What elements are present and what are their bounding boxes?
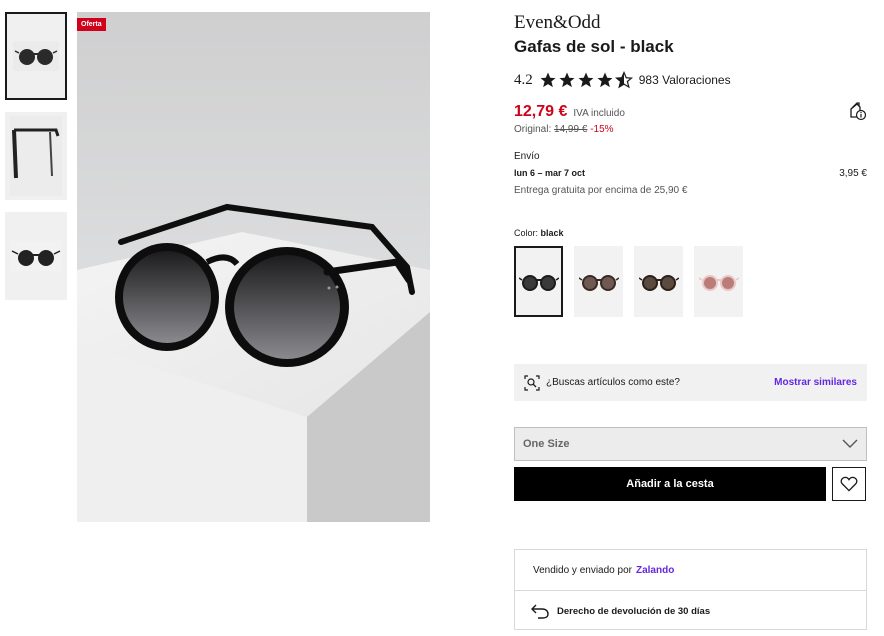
color-label: Color: black	[514, 228, 564, 238]
sunglasses-side-thumbnail	[10, 116, 62, 196]
original-price-row: Original: 14,99 € -15%	[514, 124, 614, 135]
thumbnail-flat[interactable]	[5, 212, 67, 300]
thumbnail-strip	[5, 12, 67, 312]
swatch-tortoise[interactable]	[634, 246, 683, 317]
shipping-label: Envío	[514, 151, 540, 162]
star-partial-icon	[614, 71, 633, 89]
price-block: 12,79 € IVA incluido	[514, 103, 625, 121]
star-full-icon	[559, 72, 575, 88]
swatch-brown[interactable]	[574, 246, 623, 317]
rating[interactable]: 4.2 983 Valoraciones	[514, 71, 731, 89]
original-label: Original:	[514, 124, 552, 135]
star-full-icon	[540, 72, 556, 88]
product-main-image[interactable]: Oferta	[77, 12, 430, 522]
show-similar-link[interactable]: Mostrar similares	[774, 377, 857, 388]
brand-name[interactable]: Even&Odd	[514, 12, 601, 34]
swatch-pink[interactable]	[694, 246, 743, 317]
sale-badge: Oferta	[77, 18, 106, 31]
visual-search-icon	[524, 374, 540, 391]
returns-row: Derecho de devolución de 30 días	[515, 591, 866, 631]
seller-row: Vendido y enviado por Zalando	[515, 550, 866, 591]
similar-items-banner: ¿Buscas artículos como este? Mostrar sim…	[514, 364, 867, 401]
thumbnail-side[interactable]	[5, 112, 67, 200]
color-swatches	[514, 246, 743, 317]
thumbnail-front[interactable]	[5, 12, 67, 100]
product-title: Gafas de sol - black	[514, 37, 674, 56]
add-to-cart-button[interactable]: Añadir a la cesta	[514, 467, 826, 501]
size-selected-value: One Size	[523, 438, 570, 450]
star-full-icon	[578, 72, 594, 88]
star-full-icon	[597, 72, 613, 88]
sunglasses-tortoise-icon	[638, 274, 679, 291]
delivery-dates: lun 6 – mar 7 oct	[514, 168, 586, 178]
rating-value: 4.2	[514, 71, 533, 88]
discount-percent: -15%	[590, 124, 614, 135]
star-rating	[539, 71, 633, 89]
sunglasses-black-icon	[518, 274, 559, 291]
swatch-black[interactable]	[514, 246, 563, 317]
sunglasses-front-thumbnail	[13, 41, 59, 71]
free-shipping-note: Entrega gratuita por encima de 25,90 €	[514, 185, 688, 196]
size-select[interactable]: One Size	[514, 427, 867, 461]
sunglasses-flat-thumbnail	[11, 241, 61, 271]
sunglasses-pink-icon	[698, 274, 739, 291]
chevron-down-icon	[842, 439, 858, 448]
seller-name-link[interactable]: Zalando	[636, 565, 674, 576]
rating-count[interactable]: 983 Valoraciones	[639, 73, 731, 87]
price-info-icon[interactable]	[849, 101, 867, 126]
seller-info: Vendido y enviado por Zalando Derecho de…	[514, 549, 867, 630]
selected-color-name: black	[540, 228, 564, 238]
original-price: 14,99 €	[554, 124, 588, 135]
seller-text: Vendido y enviado por	[533, 564, 632, 576]
sunglasses-photo	[77, 203, 430, 522]
heart-icon	[840, 476, 858, 492]
vat-note: IVA incluido	[573, 108, 625, 119]
sunglasses-brown-icon	[578, 274, 619, 291]
return-arrow-icon	[531, 604, 549, 619]
similar-items-question: ¿Buscas artículos como este?	[546, 377, 680, 388]
color-label-text: Color:	[514, 228, 539, 238]
wishlist-button[interactable]	[832, 467, 866, 501]
current-price: 12,79 €	[514, 103, 568, 120]
returns-policy: Derecho de devolución de 30 días	[557, 605, 711, 617]
shipping-cost: 3,95 €	[839, 168, 867, 179]
